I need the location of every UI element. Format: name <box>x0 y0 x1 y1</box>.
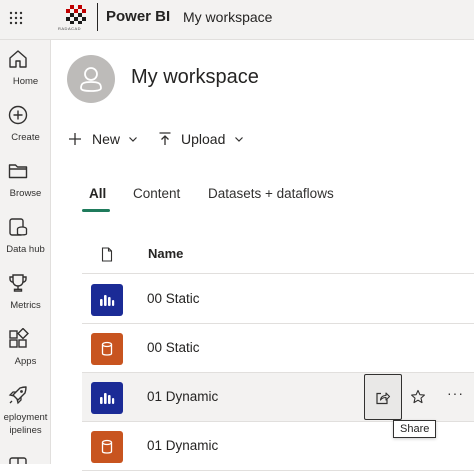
nav-label-create: Create <box>11 132 40 143</box>
chevron-down-icon <box>235 137 243 142</box>
app-launcher-icon[interactable] <box>9 11 23 25</box>
item-name[interactable]: 01 Dynamic <box>147 389 218 404</box>
left-navigation-rail: Home Create Browse Data hub Metrics Apps… <box>0 40 51 464</box>
top-bar: RADACAD Power BI My workspace <box>0 0 474 40</box>
nav-label-metrics: Metrics <box>10 300 41 311</box>
nav-label-apps: Apps <box>14 356 37 367</box>
share-tooltip: Share <box>393 420 437 438</box>
share-button[interactable] <box>364 374 402 420</box>
table-row[interactable]: 00 Static <box>82 324 474 373</box>
nav-more[interactable] <box>0 452 51 464</box>
table-header: Name <box>82 236 474 274</box>
nav-label-data-hub: Data hub <box>6 244 45 255</box>
brand-divider <box>97 3 98 31</box>
logo-caption: RADACAD <box>58 26 82 31</box>
table-row[interactable]: 00 Static <box>82 275 474 324</box>
trophy-icon <box>9 274 27 292</box>
workspace-avatar <box>67 55 115 103</box>
new-button[interactable]: New <box>67 129 143 151</box>
person-icon <box>80 67 102 92</box>
nav-label-browse: Browse <box>9 188 42 199</box>
plus-icon <box>69 133 81 145</box>
nav-apps[interactable]: Apps <box>0 328 51 384</box>
nav-deployment-pipelines[interactable]: eployment ipelines <box>0 384 51 444</box>
dataset-tile <box>91 431 123 463</box>
tab-datasets-dataflows[interactable]: Datasets + dataflows <box>208 186 334 210</box>
active-tab-indicator <box>82 209 110 212</box>
item-name[interactable]: 00 Static <box>147 291 200 306</box>
nav-home[interactable]: Home <box>0 48 51 104</box>
chevron-down-icon <box>129 137 137 142</box>
report-icon <box>100 393 115 404</box>
table-row[interactable]: 01 Dynamic ··· <box>82 373 474 422</box>
report-icon <box>100 295 115 306</box>
nav-data-hub[interactable]: Data hub <box>0 216 51 272</box>
share-icon <box>376 392 391 405</box>
workspaces-icon <box>9 457 27 464</box>
report-tile <box>91 382 123 414</box>
dataset-icon <box>101 341 113 356</box>
upload-button-label: Upload <box>181 131 226 147</box>
upload-icon <box>159 132 171 145</box>
item-name[interactable]: 00 Static <box>147 340 200 355</box>
plus-circle-icon <box>8 105 28 125</box>
favorite-star-icon[interactable] <box>410 389 426 405</box>
data-hub-icon <box>9 218 28 236</box>
upload-button[interactable]: Upload <box>157 129 249 151</box>
item-name[interactable]: 01 Dynamic <box>147 438 218 453</box>
dataset-icon <box>101 439 113 454</box>
nav-label-home: Home <box>12 76 39 87</box>
folder-icon <box>8 164 28 179</box>
nav-label-deployment-line1: eployment <box>3 412 48 423</box>
apps-icon <box>9 328 29 348</box>
breadcrumb-workspace[interactable]: My workspace <box>183 9 272 25</box>
tab-all[interactable]: All <box>89 186 106 210</box>
app-name[interactable]: Power BI <box>106 8 170 25</box>
tab-content[interactable]: Content <box>133 186 180 210</box>
more-options-icon[interactable]: ··· <box>447 385 464 401</box>
nav-label-deployment-line2: ipelines <box>9 425 42 436</box>
new-button-label: New <box>92 131 121 147</box>
rocket-icon <box>8 386 27 405</box>
home-icon <box>9 50 27 68</box>
nav-metrics[interactable]: Metrics <box>0 272 51 328</box>
dataset-tile <box>91 333 123 365</box>
nav-create[interactable]: Create <box>0 104 51 160</box>
file-type-icon <box>101 247 113 262</box>
page-title: My workspace <box>131 66 259 88</box>
column-header-name[interactable]: Name <box>148 246 183 261</box>
report-tile <box>91 284 123 316</box>
nav-browse[interactable]: Browse <box>0 160 51 216</box>
